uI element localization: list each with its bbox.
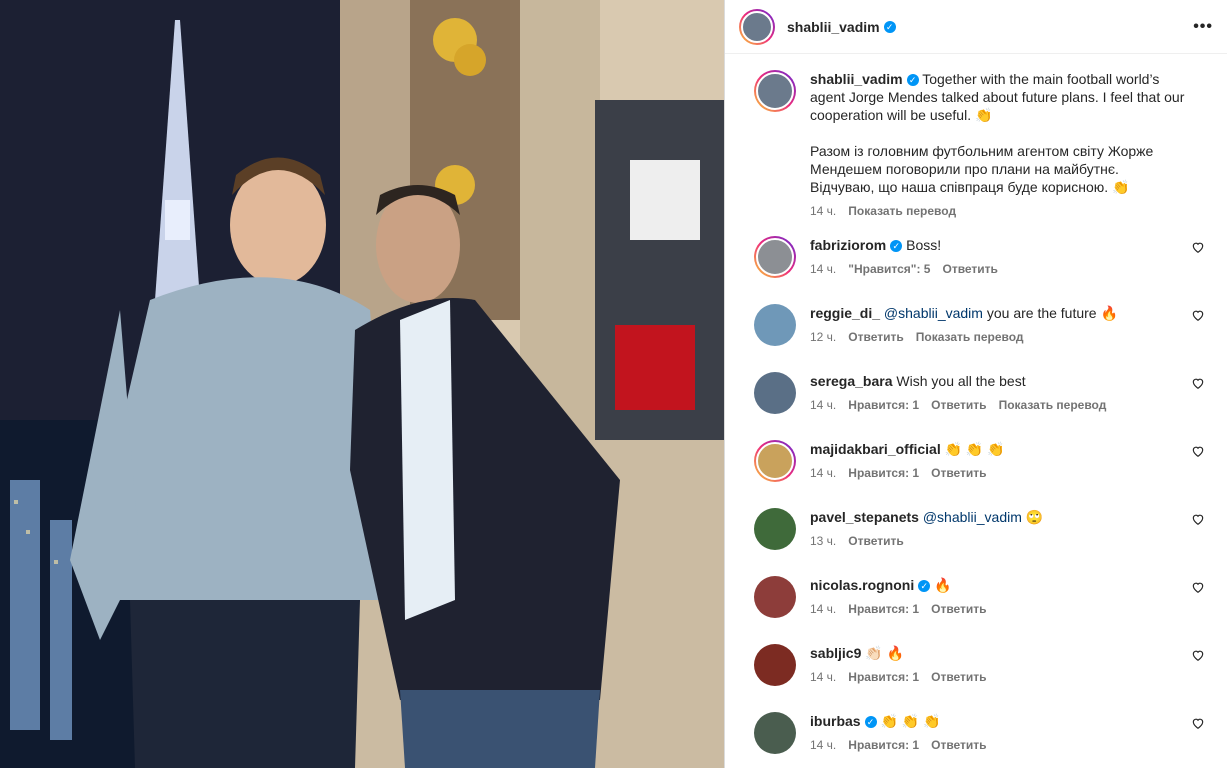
comments-list[interactable]: shablii_vadim ✓ Together with the main fo… [725,54,1227,768]
comment-item: reggie_di_ @shablii_vadim you are the fu… [754,304,1213,360]
heart-icon[interactable] [1191,512,1205,526]
heart-icon[interactable] [1191,444,1205,458]
comment-username[interactable]: iburbas [810,713,861,729]
comment-text: you are the future 🔥 [986,305,1118,321]
comment-reply-button[interactable]: Ответить [848,328,903,346]
verified-badge-icon: ✓ [883,20,896,33]
comment-mention[interactable]: @shablii_vadim [884,305,983,321]
comment-text: 👏 👏 👏 [880,713,941,729]
heart-icon[interactable] [1191,240,1205,254]
heart-icon[interactable] [1191,716,1205,730]
comment-reply-button[interactable]: Ответить [931,464,986,482]
comment-item: iburbas ✓ 👏 👏 👏 14 ч. Нравится: 1 Ответит… [754,712,1213,768]
comments-panel: shablii_vadim ✓ ••• shablii_vadim ✓ Toget… [724,0,1227,768]
post-header: shablii_vadim ✓ ••• [725,0,1227,54]
comment-avatar[interactable] [754,644,796,686]
comment-translate-link[interactable]: Показать перевод [999,396,1107,414]
comment-text: Wish you all the best [896,373,1026,389]
comment-text: Boss! [906,237,942,253]
comment-avatar[interactable] [754,712,796,754]
heart-icon[interactable] [1191,580,1205,594]
comment-username[interactable]: pavel_stepanets [810,509,919,525]
comment-username[interactable]: fabriziorom [810,237,886,253]
comment-item: sabljic9 👏🏻 🔥 14 ч. Нравится: 1 Ответить [754,644,1213,700]
caption-author-avatar[interactable] [754,70,796,112]
comment-time[interactable]: 14 ч. [810,464,836,482]
comment-item: fabriziorom ✓ Boss! 14 ч. "Нравится": 5 О… [754,236,1213,292]
comment-username[interactable]: nicolas.rognoni [810,577,914,593]
comment-text: 🙄 [1025,509,1044,525]
comment-reply-button[interactable]: Ответить [931,396,986,414]
comment-avatar[interactable] [754,236,796,278]
heart-icon[interactable] [1191,648,1205,662]
comment-username[interactable]: reggie_di_ [810,305,880,321]
comment-avatar[interactable] [754,576,796,618]
comment-avatar[interactable] [754,508,796,550]
comment-time[interactable]: 14 ч. [810,396,836,414]
verified-badge-icon: ✓ [864,716,877,729]
comment-reply-button[interactable]: Ответить [942,260,997,278]
comment-text: 🔥 [934,577,952,593]
comment-item: majidakbari_official 👏 👏 👏 14 ч. Нравитс… [754,440,1213,496]
caption-time[interactable]: 14 ч. [810,202,836,220]
comment-item: serega_bara Wish you all the best 14 ч. … [754,372,1213,428]
post-caption: shablii_vadim ✓ Together with the main fo… [754,70,1213,220]
comment-likes[interactable]: "Нравится": 5 [848,260,930,278]
comment-reply-button[interactable]: Ответить [931,736,986,754]
comment-text: 👏 👏 👏 [944,441,1005,457]
more-options-icon[interactable]: ••• [1193,18,1213,36]
comment-likes[interactable]: Нравится: 1 [848,736,919,754]
comment-username[interactable]: majidakbari_official [810,441,941,457]
comment-time[interactable]: 12 ч. [810,328,836,346]
comment-time[interactable]: 14 ч. [810,600,836,618]
post-viewer: shablii_vadim ✓ ••• shablii_vadim ✓ Toget… [0,0,1227,768]
comment-username[interactable]: sabljic9 [810,645,861,661]
comment-reply-button[interactable]: Ответить [848,532,903,550]
verified-badge-icon: ✓ [918,580,931,593]
caption-author-username[interactable]: shablii_vadim [810,71,903,87]
comment-text: 👏🏻 🔥 [865,645,905,661]
comment-reply-button[interactable]: Ответить [931,600,986,618]
photo-illustration [0,0,724,768]
comment-avatar[interactable] [754,372,796,414]
verified-badge-icon: ✓ [906,74,919,87]
verified-badge-icon: ✓ [890,240,903,253]
comment-time[interactable]: 14 ч. [810,260,836,278]
caption-translate-link[interactable]: Показать перевод [848,202,956,220]
author-username[interactable]: shablii_vadim [787,19,880,35]
author-avatar[interactable] [739,8,775,45]
comment-likes[interactable]: Нравится: 1 [848,464,919,482]
comment-likes[interactable]: Нравится: 1 [848,600,919,618]
comment-item: pavel_stepanets @shablii_vadim 🙄 13 ч. О… [754,508,1213,564]
comment-time[interactable]: 14 ч. [810,736,836,754]
heart-icon[interactable] [1191,376,1205,390]
post-photo[interactable] [0,0,724,768]
comment-avatar[interactable] [754,304,796,346]
comment-avatar[interactable] [754,440,796,482]
comment-translate-link[interactable]: Показать перевод [916,328,1024,346]
comment-item: nicolas.rognoni ✓ 🔥 14 ч. Нравится: 1 Отв… [754,576,1213,632]
comment-likes[interactable]: Нравится: 1 [848,668,919,686]
comment-time[interactable]: 13 ч. [810,532,836,550]
heart-icon[interactable] [1191,308,1205,322]
comment-likes[interactable]: Нравится: 1 [848,396,919,414]
comment-time[interactable]: 14 ч. [810,668,836,686]
comment-mention[interactable]: @shablii_vadim [923,509,1022,525]
comment-username[interactable]: serega_bara [810,373,893,389]
caption-text-uk: Разом із головним футбольним агентом сві… [810,143,1154,195]
comment-reply-button[interactable]: Ответить [931,668,986,686]
